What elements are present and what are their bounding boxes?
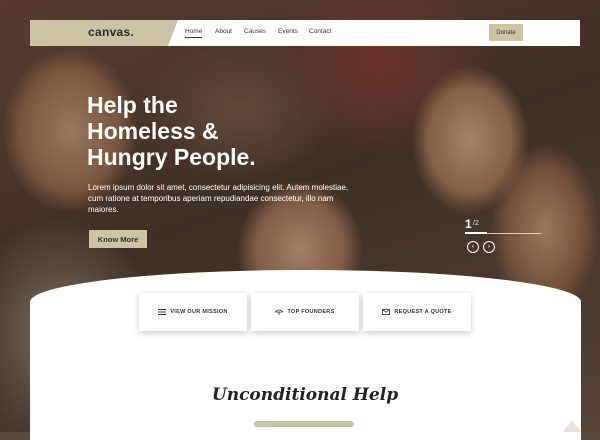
top-navbar: canvas. Home About Causes Events Contact… [30, 20, 580, 46]
section-title: Unconditional Help [211, 385, 399, 405]
slide-total-number: /2 [473, 220, 479, 227]
hero-paragraph: Lorem ipsum dolor sit amet, consectetur … [88, 183, 349, 214]
card-request-a-quote[interactable]: REQUEST A QUOTE [363, 293, 471, 331]
list-icon [158, 309, 167, 315]
headline-line: Hungry People. [87, 144, 256, 170]
logo-text: canvas. [88, 25, 135, 39]
logo-block[interactable]: canvas. [30, 20, 178, 46]
next-slide-arrow-icon[interactable]: › [483, 241, 495, 253]
envelope-icon [382, 309, 391, 315]
umbrella-icon [275, 309, 284, 315]
nav-item-contact[interactable]: Contact [309, 28, 331, 35]
slide-current-number: 1 [465, 217, 472, 231]
card-label: TOP FOUNDERS [287, 309, 335, 315]
hero-headline: Help the Homeless & Hungry People. [87, 92, 327, 170]
know-more-button[interactable]: Know More [89, 230, 147, 248]
card-top-founders[interactable]: TOP FOUNDERS [251, 293, 359, 331]
card-view-our-mission[interactable]: VIEW OUR MISSION [139, 293, 247, 331]
nav-item-about[interactable]: About [215, 28, 232, 35]
title-underline-brush [254, 421, 354, 427]
donate-button[interactable]: Donate [489, 24, 523, 41]
card-label: VIEW OUR MISSION [170, 309, 228, 315]
nav-item-events[interactable]: Events [278, 28, 298, 35]
nav-item-home[interactable]: Home [185, 28, 203, 38]
headline-line: Help the [87, 92, 178, 118]
headline-line: Homeless & [87, 118, 219, 144]
slide-progress-fill [465, 232, 487, 234]
card-label: REQUEST A QUOTE [394, 309, 452, 315]
prev-slide-arrow-icon[interactable]: ‹ [467, 241, 479, 253]
nav-item-causes[interactable]: Causes [244, 28, 266, 35]
